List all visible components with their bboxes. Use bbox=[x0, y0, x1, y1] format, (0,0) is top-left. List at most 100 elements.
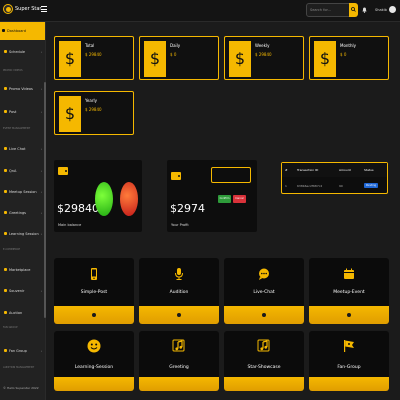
chevron-right-icon: › bbox=[40, 232, 42, 236]
stat-card-monthly: $ Monthly $ 0 bbox=[309, 36, 389, 80]
sidebar-item-learning-session[interactable]: Learning Session › bbox=[2, 229, 42, 238]
chevron-right-icon: › bbox=[40, 147, 42, 151]
sidebar-section-label: AUDITION MANAGEMENT bbox=[3, 366, 35, 369]
dollar-icon: $ bbox=[229, 41, 251, 77]
stat-card-daily: $ Daily $ 0 bbox=[139, 36, 219, 80]
category-bar bbox=[139, 306, 219, 324]
red-circle bbox=[120, 182, 138, 216]
profit-panel: $2974 Your Profit Confirm Cancel bbox=[167, 160, 257, 232]
stat-label: Daily bbox=[170, 43, 181, 48]
category-bar bbox=[54, 306, 134, 324]
music-note-icon bbox=[172, 339, 185, 352]
chat-bubble-icon bbox=[259, 268, 269, 280]
chat-icon bbox=[4, 147, 7, 150]
status-badge: Pending bbox=[364, 183, 378, 188]
sidebar-item-greetings[interactable]: Greetings › bbox=[2, 208, 42, 217]
main-balance-panel: $29840 Main balance bbox=[54, 160, 142, 232]
wallet-icon bbox=[58, 167, 68, 175]
profit-amount: $2974 bbox=[170, 202, 205, 215]
transaction-amount: 90 bbox=[339, 184, 343, 188]
category-bar bbox=[309, 306, 389, 324]
sidebar-scrollbar[interactable] bbox=[44, 82, 46, 318]
category-label: Meetup-Event bbox=[333, 290, 365, 295]
sidebar-item-auction[interactable]: Auction bbox=[2, 308, 42, 317]
category-bar bbox=[224, 306, 304, 324]
souvenir-icon bbox=[4, 289, 7, 292]
dollar-icon: $ bbox=[314, 41, 336, 77]
sidebar-item-meetup-session[interactable]: Meetup Session › bbox=[2, 187, 42, 196]
table-header: # Transaction ID Amount Status bbox=[282, 163, 387, 177]
post-icon bbox=[4, 110, 7, 113]
meetup-icon bbox=[4, 190, 7, 193]
sidebar-item-promo-videos[interactable]: Promo Videos › bbox=[2, 84, 42, 93]
menu-toggle-icon[interactable] bbox=[41, 6, 47, 12]
main-balance-caption: Main balance bbox=[58, 223, 82, 227]
transaction-table: # Transaction ID Amount Status 1 638b6ec… bbox=[281, 162, 388, 194]
stat-value: $ 29840 bbox=[255, 52, 272, 57]
search-input[interactable]: Search for... bbox=[306, 3, 350, 17]
search-icon bbox=[351, 7, 356, 12]
category-card-simple-post[interactable]: Simple-Post bbox=[54, 258, 134, 324]
dollar-icon: $ bbox=[59, 96, 81, 132]
marketplace-icon bbox=[4, 268, 7, 271]
category-card-live-chat[interactable]: Live-Chat bbox=[224, 258, 304, 324]
profit-input[interactable] bbox=[211, 167, 251, 183]
dot-indicator bbox=[177, 313, 181, 317]
table-row[interactable]: 1 638b6ec2f687c2 90 Pending bbox=[282, 179, 387, 193]
category-card-greeting[interactable]: Greeting bbox=[139, 331, 219, 391]
confirm-button[interactable]: Confirm bbox=[218, 195, 231, 203]
category-card-meetup-event[interactable]: Meetup-Event bbox=[309, 258, 389, 324]
chevron-right-icon: › bbox=[40, 50, 42, 54]
sidebar-item-post[interactable]: Post › bbox=[2, 107, 42, 116]
dot-indicator bbox=[92, 313, 96, 317]
column-header: # bbox=[285, 168, 288, 172]
sidebar-item-fan-group[interactable]: Fan Group › bbox=[2, 346, 42, 355]
category-card-audition[interactable]: Audition bbox=[139, 258, 219, 324]
sidebar-item-live-chat[interactable]: Live Chat › bbox=[2, 144, 42, 153]
sidebar-item-marketplace[interactable]: Marketplace bbox=[2, 265, 42, 274]
chevron-right-icon: › bbox=[40, 211, 42, 215]
dollar-icon: $ bbox=[144, 41, 166, 77]
avatar[interactable] bbox=[389, 6, 396, 13]
sidebar-item-dashboard[interactable]: Dashboard bbox=[0, 22, 45, 40]
calendar-icon bbox=[344, 268, 354, 279]
stat-value: $ 0 bbox=[340, 52, 347, 57]
category-card-star-showcase[interactable]: Star-Showcase bbox=[224, 331, 304, 391]
category-bar bbox=[139, 377, 219, 391]
stat-card-total: $ Total $ 29840 bbox=[54, 36, 134, 80]
user-name[interactable]: Shakib bbox=[375, 8, 387, 12]
column-header: Transaction ID bbox=[297, 168, 319, 172]
cancel-button[interactable]: Cancel bbox=[233, 195, 246, 203]
category-label: Audition bbox=[169, 290, 189, 295]
sidebar-section-label: E-COMMERCE bbox=[3, 248, 21, 251]
schedule-icon bbox=[4, 50, 7, 53]
sidebar-item-souvenir[interactable]: Souvenir › bbox=[2, 286, 42, 295]
sidebar-item-qna[interactable]: QnA › bbox=[2, 166, 42, 175]
music-note-icon bbox=[257, 339, 270, 352]
stat-value: $ 29840 bbox=[85, 107, 102, 112]
category-label: Learning-Session bbox=[74, 365, 114, 370]
category-card-learning-session[interactable]: Learning-Session bbox=[54, 331, 134, 391]
fan-group-icon bbox=[4, 349, 7, 352]
category-bar bbox=[224, 377, 304, 391]
auction-icon bbox=[4, 311, 7, 314]
bell-icon[interactable] bbox=[362, 7, 367, 13]
search-button[interactable] bbox=[349, 3, 358, 17]
row-index: 1 bbox=[285, 184, 287, 188]
dollar-icon: $ bbox=[59, 41, 81, 77]
stat-label: Total bbox=[85, 43, 95, 48]
qna-icon bbox=[4, 169, 7, 172]
learning-icon bbox=[4, 232, 7, 235]
sidebar-section-label: PROMO VIDEOS bbox=[3, 69, 23, 72]
sidebar-item-schedule[interactable]: Schedule › bbox=[2, 47, 42, 56]
category-card-fan-group[interactable]: Fan-Group bbox=[309, 331, 389, 391]
dot-indicator bbox=[262, 313, 266, 317]
main-balance-amount: $29840 bbox=[57, 202, 99, 215]
category-label: Greeting bbox=[169, 365, 189, 370]
dot-indicator bbox=[347, 313, 351, 317]
wallet-icon bbox=[171, 172, 181, 180]
category-bar bbox=[54, 377, 134, 391]
microphone-icon bbox=[175, 268, 183, 280]
chevron-right-icon: › bbox=[40, 289, 42, 293]
category-label: Live-Chat bbox=[253, 290, 275, 295]
